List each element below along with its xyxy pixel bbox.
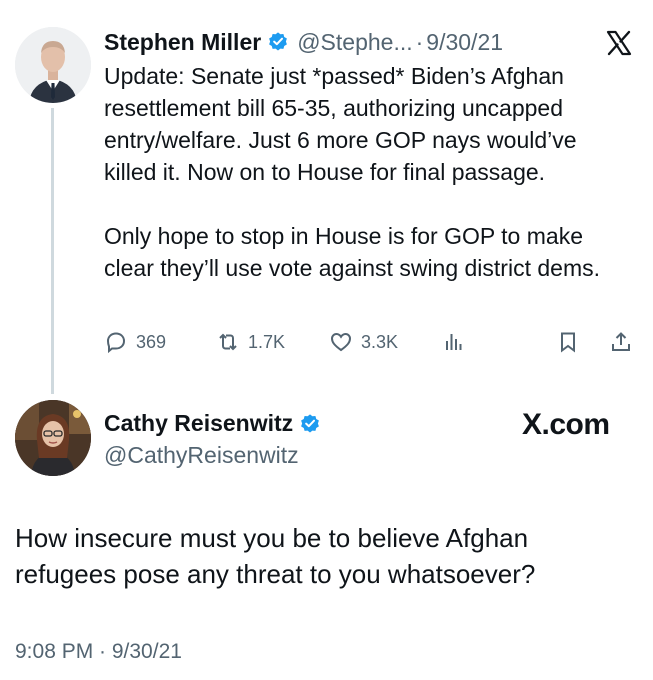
reply-icon [106,332,126,354]
x-logo-icon[interactable] [606,30,632,56]
author-name[interactable]: Stephen Miller [104,29,261,56]
retweet-icon [219,333,237,351]
tweet-date[interactable]: 9/30/21 [426,29,503,56]
verified-badge-icon [301,413,320,433]
views-button[interactable] [442,330,466,354]
author-name[interactable]: Cathy Reisenwitz [104,410,293,437]
tweet-2-text: How insecure must you be to believe Afgh… [15,523,536,589]
share-button[interactable] [609,330,633,354]
tweet-1-text: Update: Senate just *passed* Biden’s Afg… [104,60,634,284]
like-button[interactable]: 3.3K [329,330,398,354]
verified-badge-icon [269,32,288,51]
tweet-1-header: Stephen Miller @Stephe... · 9/30/21 [104,26,503,58]
retweet-count: 1.7K [248,331,286,352]
separator-dot: · [415,28,424,55]
tweet-2-header: Cathy Reisenwitz [104,410,321,437]
tweet-1-paragraph: Update: Senate just *passed* Biden’s Afg… [104,63,577,185]
avatar-stephen-miller[interactable] [15,27,91,103]
reply-button[interactable]: 369 [104,330,166,354]
share-icon [612,332,630,351]
like-icon [330,332,352,352]
thread-connector-line [51,108,54,394]
bookmark-icon [561,332,575,353]
avatar-cathy-reisenwitz[interactable] [15,400,91,476]
author-handle[interactable]: @CathyReisenwitz [104,442,299,469]
views-icon [446,334,462,350]
bookmark-button[interactable] [556,330,580,354]
tweet-1-actions: 369 1.7K 3.3K [104,330,640,360]
retweet-button[interactable]: 1.7K [216,330,285,354]
tweet-1-paragraph: Only hope to stop in House is for GOP to… [104,223,600,281]
tweet-timestamp[interactable]: 9:08 PM · 9/30/21 [15,640,182,664]
reply-count: 369 [136,331,167,352]
like-count: 3.3K [361,331,399,352]
author-handle[interactable]: @Stephe... [297,29,412,56]
x-com-watermark: X.com [522,408,610,441]
